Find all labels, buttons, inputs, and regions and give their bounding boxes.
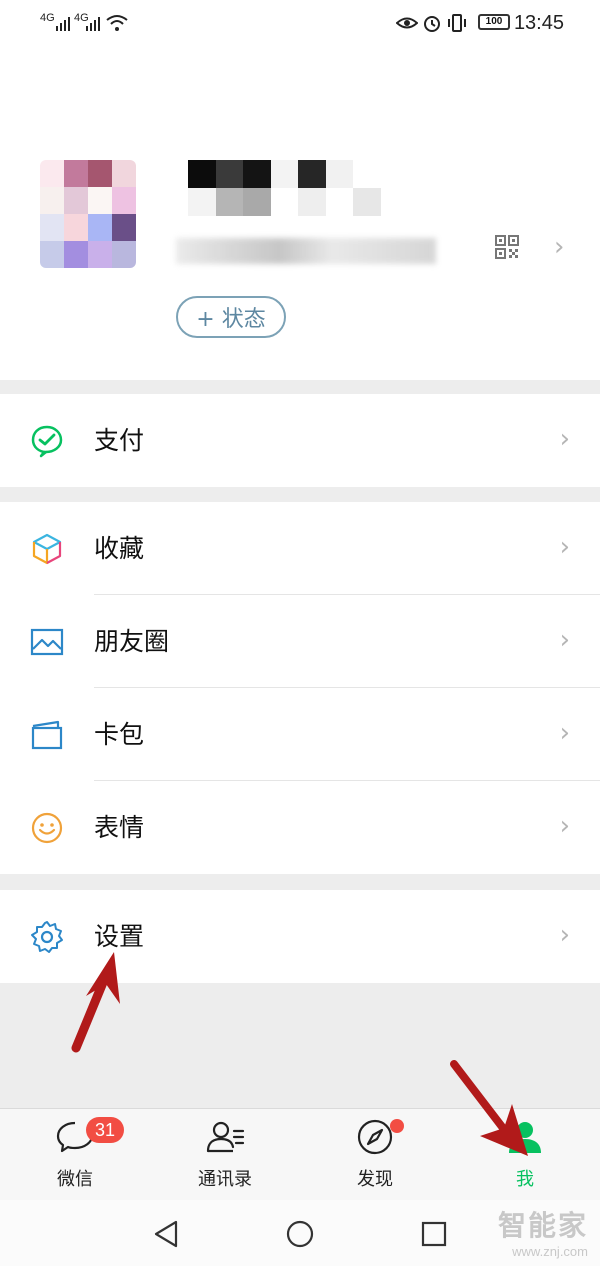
status-bar: 4G 4G 100 13:45 xyxy=(0,0,600,48)
clock: 13:45 xyxy=(513,12,564,34)
unread-badge: 31 xyxy=(86,1117,125,1143)
tab-label-chats: 微信 xyxy=(57,1169,93,1190)
watermark: 智能家 www.znj.com xyxy=(498,1204,588,1259)
tab-discover[interactable]: 发现 xyxy=(300,1109,450,1201)
person-icon xyxy=(509,1122,541,1153)
chevron-right-icon: › xyxy=(559,532,570,562)
wifi-icon xyxy=(106,15,128,31)
signal-4g-1: 4G xyxy=(40,12,55,24)
chevron-right-icon: › xyxy=(559,424,570,454)
menu-label-pay: 支付 xyxy=(94,426,145,455)
menu-label-settings: 设置 xyxy=(94,922,145,951)
menu-item-favorites[interactable]: 收藏 › xyxy=(0,502,600,595)
chevron-right-icon[interactable]: › xyxy=(554,232,564,262)
tab-contacts[interactable]: 通讯录 xyxy=(150,1109,300,1201)
compass-icon xyxy=(357,1119,393,1155)
favorites-cube-icon xyxy=(32,533,62,565)
moments-picture-icon xyxy=(30,628,64,656)
menu-label-moments: 朋友圈 xyxy=(94,627,170,656)
add-status-button[interactable]: + 状态 xyxy=(176,296,286,338)
gear-icon xyxy=(31,921,63,953)
bottom-tab-bar: 31 微信 通讯录 发现 我 xyxy=(0,1108,600,1200)
menu-group-settings: 设置 › xyxy=(0,890,600,983)
menu-group-main: 收藏 › 朋友圈 › 卡包 › 表情 › xyxy=(0,502,600,874)
chevron-right-icon: › xyxy=(559,718,570,748)
tab-label-contacts: 通讯录 xyxy=(198,1169,252,1190)
alarm-icon xyxy=(424,16,440,32)
tab-me[interactable]: 我 xyxy=(450,1109,600,1201)
menu-item-settings[interactable]: 设置 › xyxy=(0,890,600,983)
menu-label-favorites: 收藏 xyxy=(94,534,145,563)
wallet-pay-icon xyxy=(31,425,63,458)
avatar[interactable] xyxy=(40,160,136,268)
battery-indicator: 100 xyxy=(478,14,510,30)
menu-item-pay[interactable]: 支付 › xyxy=(0,394,600,487)
watermark-url: www.znj.com xyxy=(512,1244,588,1259)
tab-label-me: 我 xyxy=(516,1169,534,1190)
card-wallet-icon xyxy=(31,720,63,750)
recents-square-icon[interactable] xyxy=(418,1218,450,1250)
profile-header[interactable]: › + 状态 xyxy=(0,48,600,380)
wechat-id-blurred xyxy=(176,238,436,264)
smiley-icon xyxy=(31,812,63,844)
tab-label-discover: 发现 xyxy=(357,1169,393,1190)
back-triangle-icon[interactable] xyxy=(150,1218,182,1250)
menu-item-cards[interactable]: 卡包 › xyxy=(0,688,600,781)
menu-item-moments[interactable]: 朋友圈 › xyxy=(0,595,600,688)
vibrate-icon xyxy=(448,14,466,32)
chevron-right-icon: › xyxy=(559,920,570,950)
nickname-mosaic xyxy=(188,160,408,216)
tab-chats[interactable]: 31 微信 xyxy=(0,1109,150,1201)
qr-code-icon[interactable] xyxy=(494,234,520,260)
menu-item-stickers[interactable]: 表情 › xyxy=(0,781,600,874)
watermark-brand: 智能家 xyxy=(497,1209,588,1242)
menu-label-stickers: 表情 xyxy=(94,813,145,842)
home-circle-icon[interactable] xyxy=(284,1218,316,1250)
menu-group-pay: 支付 › xyxy=(0,394,600,487)
chevron-right-icon: › xyxy=(559,811,570,841)
signal-bars-icon xyxy=(56,17,70,31)
signal-bars-icon xyxy=(86,17,100,31)
menu-label-cards: 卡包 xyxy=(94,720,145,749)
new-indicator-dot xyxy=(390,1119,404,1133)
chevron-right-icon: › xyxy=(559,625,570,655)
eye-icon xyxy=(396,17,418,29)
contacts-icon xyxy=(206,1121,245,1153)
